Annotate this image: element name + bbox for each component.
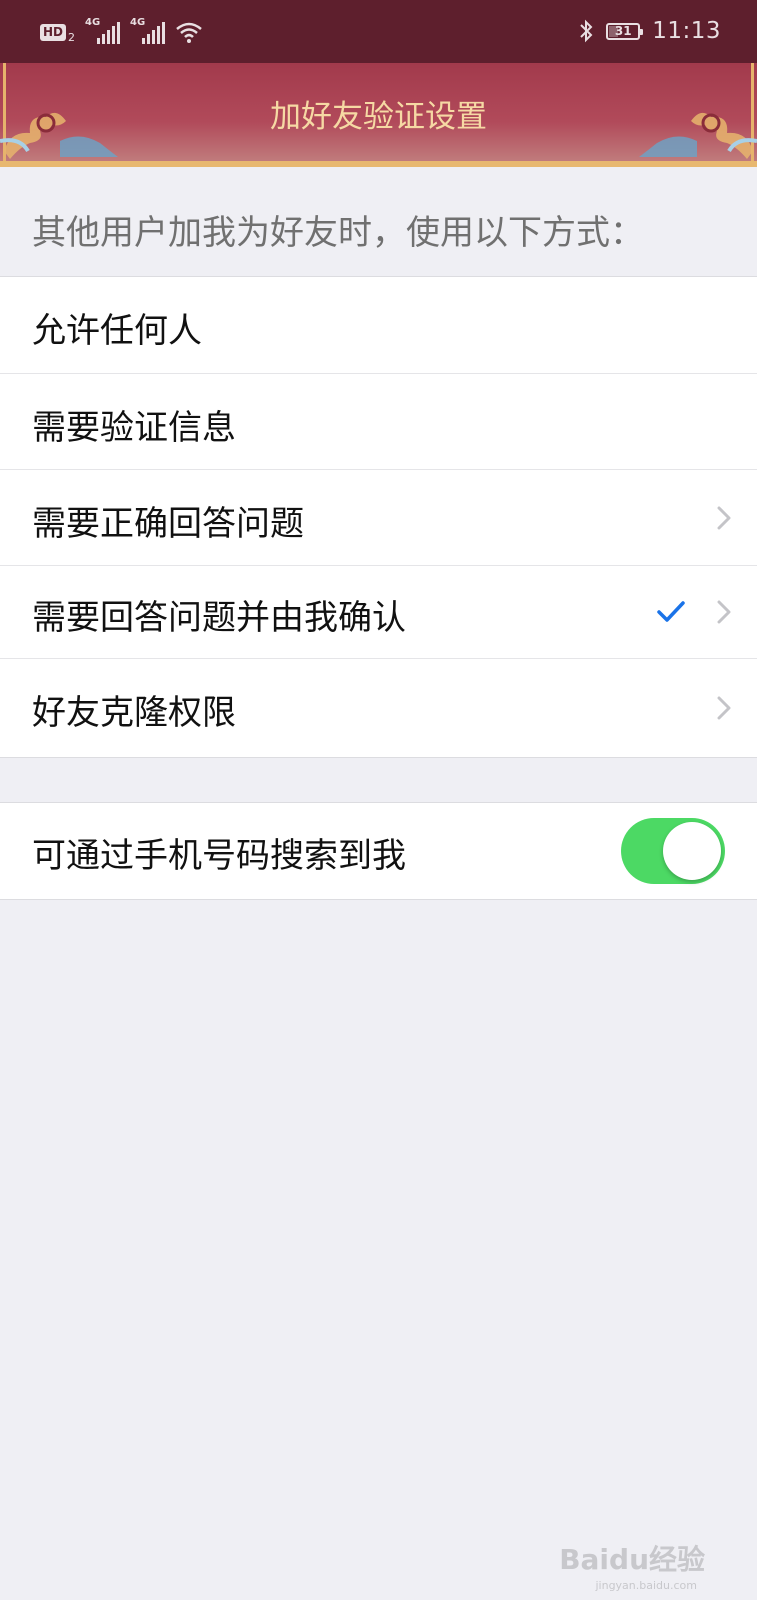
- bluetooth-icon: [580, 19, 593, 43]
- network-type-1: 4G: [85, 17, 101, 28]
- option-label: 需要回答问题并由我确认: [32, 598, 406, 638]
- status-bar: HD 2 4G 4G 31 11:13: [0, 0, 757, 63]
- verification-options-list: 允许任何人 需要验证信息 需要正确回答问题 需要回答问题并由我确认 好友克隆权限: [0, 276, 757, 758]
- option-require-verification-message[interactable]: 需要验证信息: [0, 373, 757, 469]
- option-label: 需要正确回答问题: [32, 504, 304, 544]
- chevron-right-icon: [717, 600, 731, 624]
- status-bar-left: HD 2 4G 4G: [40, 17, 203, 46]
- clock: 11:13: [652, 18, 721, 44]
- option-label: 需要验证信息: [32, 408, 236, 448]
- wifi-icon: [176, 22, 202, 43]
- phone-search-row: 可通过手机号码搜索到我: [0, 803, 757, 899]
- option-label: 好友克隆权限: [32, 693, 236, 733]
- battery-level: 31: [614, 23, 632, 38]
- phone-search-toggle[interactable]: [621, 818, 725, 884]
- chevron-right-icon: [717, 696, 731, 720]
- toggle-knob: [663, 822, 721, 880]
- phone-search-group: 可通过手机号码搜索到我: [0, 802, 757, 900]
- signal-icon-sim2: 4G: [130, 17, 166, 44]
- sim-number: 2: [68, 30, 76, 44]
- option-answer-and-confirm[interactable]: 需要回答问题并由我确认: [0, 565, 757, 658]
- option-friend-clone-permission[interactable]: 好友克隆权限: [0, 658, 757, 757]
- option-require-correct-answer[interactable]: 需要正确回答问题: [0, 469, 757, 565]
- network-type-2: 4G: [130, 17, 146, 28]
- option-label: 允许任何人: [32, 311, 202, 351]
- title-bar: 加好友验证设置: [0, 63, 757, 167]
- baidu-watermark: Baidu经验: [559, 1543, 705, 1576]
- signal-icon-sim1: 4G: [85, 17, 121, 44]
- battery-icon: 31: [606, 22, 644, 40]
- phone-search-label: 可通过手机号码搜索到我: [32, 836, 406, 876]
- option-allow-anyone[interactable]: 允许任何人: [0, 277, 757, 373]
- hd-badge: HD: [40, 23, 67, 41]
- baidu-watermark-url: jingyan.baidu.com: [595, 1579, 697, 1592]
- chevron-right-icon: [717, 506, 731, 530]
- status-bar-right: 31 11:13: [578, 16, 721, 46]
- checkmark-icon: [657, 601, 685, 622]
- cloud-ornament-right-icon: [639, 112, 757, 159]
- section-header: 其他用户加我为好友时，使用以下方式：: [32, 213, 644, 253]
